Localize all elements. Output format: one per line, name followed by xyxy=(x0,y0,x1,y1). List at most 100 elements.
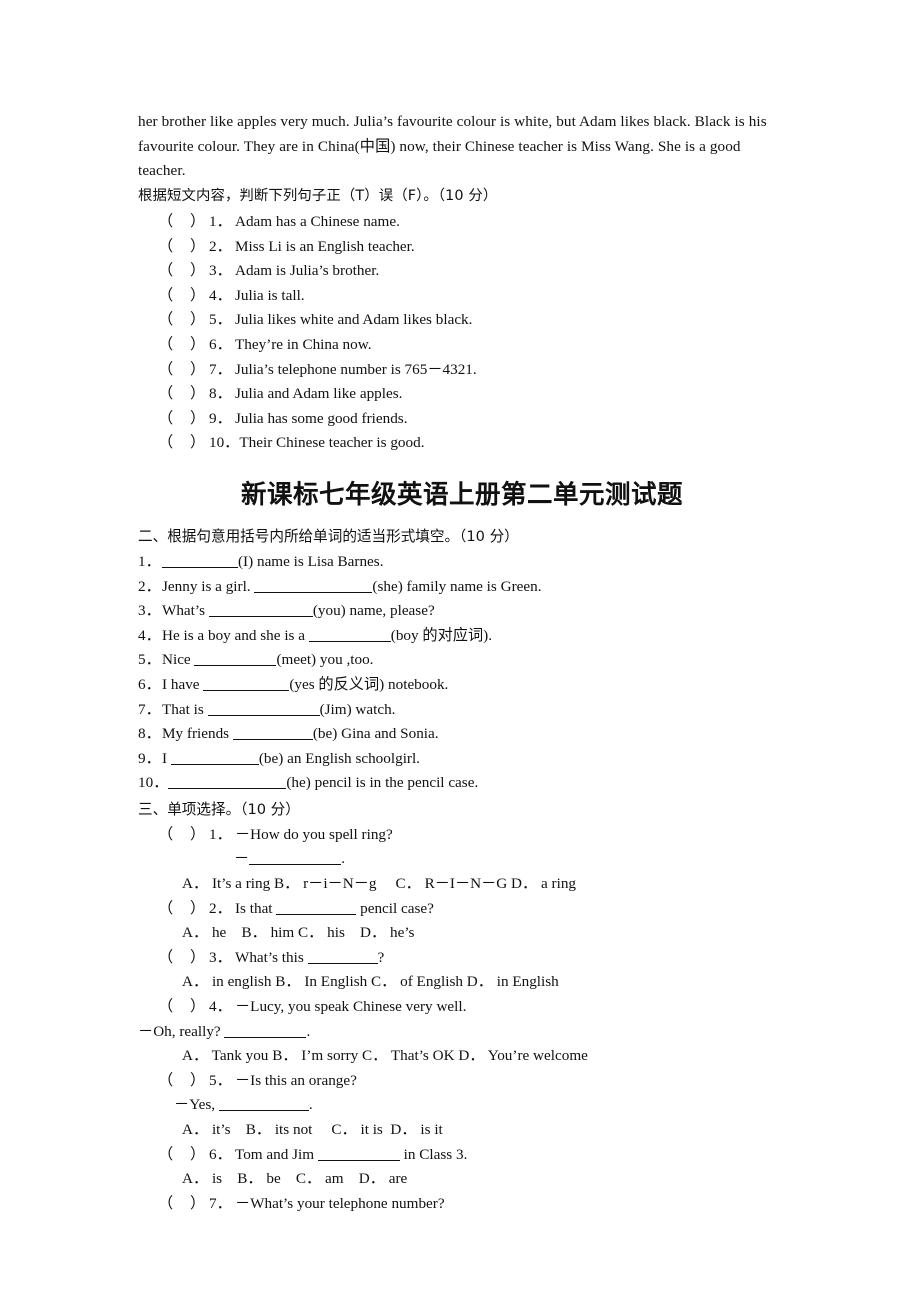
item-text-before: That is xyxy=(162,700,208,718)
mc-blank[interactable] xyxy=(276,899,357,915)
reading-passage-tail: her brother like apples very much. Julia… xyxy=(138,113,767,179)
item-text-before: He is a boy and she is a xyxy=(162,626,309,644)
mc-stem: （ ） 4． －Lucy, you speak Chinese very well. xyxy=(138,995,786,1020)
item-text: Adam is Julia’s brother. xyxy=(234,262,380,280)
multiple-choice-item: （ ） 4． －Lucy, you speak Chinese very well.… xyxy=(138,995,786,1069)
item-text-after: (Jim) watch. xyxy=(319,700,396,718)
paren-close-icon: ） xyxy=(190,286,206,304)
fill-in-blank-item: 10． (he) pencil is in the pencil case. xyxy=(138,771,786,796)
item-text-after: (she) family name is Green. xyxy=(372,577,542,595)
true-false-item: （ ） 9． Julia has some good friends. xyxy=(138,407,786,432)
item-text-after: (meet) you ,too. xyxy=(276,651,374,669)
fill-blank[interactable] xyxy=(168,774,287,790)
true-false-item: （ ） 7． Julia’s telephone number is 765－432… xyxy=(138,358,786,383)
mc-stem-text-before: What’s this xyxy=(234,948,308,966)
mc-cont-text-before: －Yes, xyxy=(174,1096,219,1114)
mc-options[interactable]: A． is B． be C． am D． are xyxy=(138,1167,786,1192)
item-text-after: (I) name is Lisa Barnes. xyxy=(238,552,384,570)
paren-close-icon: ） xyxy=(190,825,206,843)
item-text: Julia’s telephone number is 765－4321. xyxy=(234,360,477,378)
paren-open-icon: （ xyxy=(158,385,174,403)
mc-options[interactable]: A． Tank you B． I’m sorry C． That’s OK D．… xyxy=(138,1044,786,1069)
fill-blank[interactable] xyxy=(208,602,313,618)
item-text-before: What’s xyxy=(162,602,209,620)
mc-cont-text-after: . xyxy=(306,1022,311,1040)
mc-blank[interactable] xyxy=(218,1096,309,1112)
item-text-before: Jenny is a girl. xyxy=(162,577,255,595)
mc-options[interactable]: A． It’s a ring B． r－i－N－g C． R－I－N－G D． … xyxy=(138,872,786,897)
item-number: 5． xyxy=(208,311,232,329)
paren-open-icon: （ xyxy=(158,948,174,966)
mc-stem-text: －Lucy, you speak Chinese very well. xyxy=(234,998,467,1016)
multiple-choice-item: （ ） 2． Is that pencil case? A． he B． him C．… xyxy=(138,897,786,946)
paren-close-icon: ） xyxy=(190,311,206,329)
item-number: 1． xyxy=(208,825,232,843)
item-text-after: (you) name, please? xyxy=(312,602,435,620)
true-false-item: （ ） 5． Julia likes white and Adam likes bl… xyxy=(138,308,786,333)
item-text: Julia is tall. xyxy=(234,286,305,304)
fill-blank[interactable] xyxy=(194,651,277,667)
paren-close-icon: ） xyxy=(190,434,206,452)
item-number: 5． xyxy=(208,1071,232,1089)
item-text: Julia and Adam like apples. xyxy=(234,385,403,403)
fill-blank[interactable] xyxy=(308,626,391,642)
mc-blank[interactable] xyxy=(224,1022,307,1038)
fill-blank[interactable] xyxy=(203,675,290,691)
paren-open-icon: （ xyxy=(158,286,174,304)
fill-blank[interactable] xyxy=(162,553,238,568)
multiple-choice-item: （ ） 6． Tom and Jim in Class 3. A． is B． be … xyxy=(138,1143,786,1192)
item-number: 3． xyxy=(138,602,161,620)
mc-blank[interactable] xyxy=(249,850,342,866)
item-text-after: (yes 的反义词) notebook. xyxy=(289,675,449,693)
item-number: 7． xyxy=(208,360,232,378)
mc-options[interactable]: A． in english B． In English C． of Englis… xyxy=(138,970,786,995)
true-false-item: （ ） 6． They’re in China now. xyxy=(138,333,786,358)
item-text-after: (boy 的对应词). xyxy=(390,626,493,644)
mc-stem-text-after: in Class 3. xyxy=(399,1145,468,1163)
fill-blank[interactable] xyxy=(254,577,373,593)
page-title: 新课标七年级英语上册第二单元测试题 xyxy=(240,479,683,510)
section-three-heading: 三、单项选择。（10 分） xyxy=(138,800,300,818)
fill-in-blank-item: 3．What’s (you) name, please? xyxy=(138,599,786,624)
paren-open-icon: （ xyxy=(158,899,174,917)
mc-stem: （ ） 6． Tom and Jim in Class 3. xyxy=(138,1143,786,1168)
paren-close-icon: ） xyxy=(190,262,206,280)
fill-blank[interactable] xyxy=(232,725,313,741)
mc-stem: （ ） 1． －How do you spell ring? xyxy=(138,823,786,848)
item-number: 4． xyxy=(138,626,161,644)
item-text: Adam has a Chinese name. xyxy=(234,213,400,230)
item-number: 6． xyxy=(138,675,161,693)
paren-open-icon: （ xyxy=(158,311,174,329)
mc-options[interactable]: A． he B． him C． his D． he’s xyxy=(138,921,786,946)
fill-blank[interactable] xyxy=(207,700,320,716)
paren-close-icon: ） xyxy=(190,385,206,403)
paren-open-icon: （ xyxy=(158,998,174,1016)
true-false-question-list: （ ） 1． Adam has a Chinese name. （ ） 2． Miss L… xyxy=(138,210,786,456)
mc-blank[interactable] xyxy=(307,948,378,964)
multiple-choice-question-list: （） 1． －How do you spell ring? －. A． It’s a … xyxy=(138,823,786,1217)
exam-paper-page: her brother like apples very much. Julia… xyxy=(0,0,920,1302)
paren-close-icon: ） xyxy=(190,409,206,427)
fill-in-blank-item: 4．He is a boy and she is a (boy 的对应词). xyxy=(138,624,786,649)
mc-cont-text-before: －Oh, really? xyxy=(138,1022,225,1040)
paren-close-icon: ） xyxy=(190,335,206,353)
mc-options[interactable]: A． it’s B． its not C． it is D． is it xyxy=(138,1118,786,1143)
fill-in-blank-item: 1． (I) name is Lisa Barnes. xyxy=(138,550,786,575)
item-number: 4． xyxy=(208,286,232,304)
fill-in-blank-item: 6．I have (yes 的反义词) notebook. xyxy=(138,673,786,698)
paren-close-icon: ） xyxy=(190,360,206,378)
mc-cont-text-after: . xyxy=(308,1096,313,1114)
paren-open-icon: （ xyxy=(158,262,174,280)
mc-blank[interactable] xyxy=(317,1145,400,1161)
true-false-item: （ ） 8． Julia and Adam like apples. xyxy=(138,382,786,407)
fill-blank[interactable] xyxy=(170,749,259,765)
paren-close-icon: ） xyxy=(190,1071,206,1089)
paren-close-icon: ） xyxy=(190,1145,206,1163)
mc-stem: （ ） 3． What’s this ? xyxy=(138,946,786,971)
item-number: 7． xyxy=(208,1194,232,1212)
fill-in-blank-item: 8．My friends (be) Gina and Sonia. xyxy=(138,722,786,747)
item-text-after: (be) Gina and Sonia. xyxy=(312,725,439,743)
item-number: 10． xyxy=(208,434,240,452)
multiple-choice-item: （ ） 3． What’s this ? A． in english B． In En… xyxy=(138,946,786,995)
item-text-before: My friends xyxy=(162,725,233,743)
